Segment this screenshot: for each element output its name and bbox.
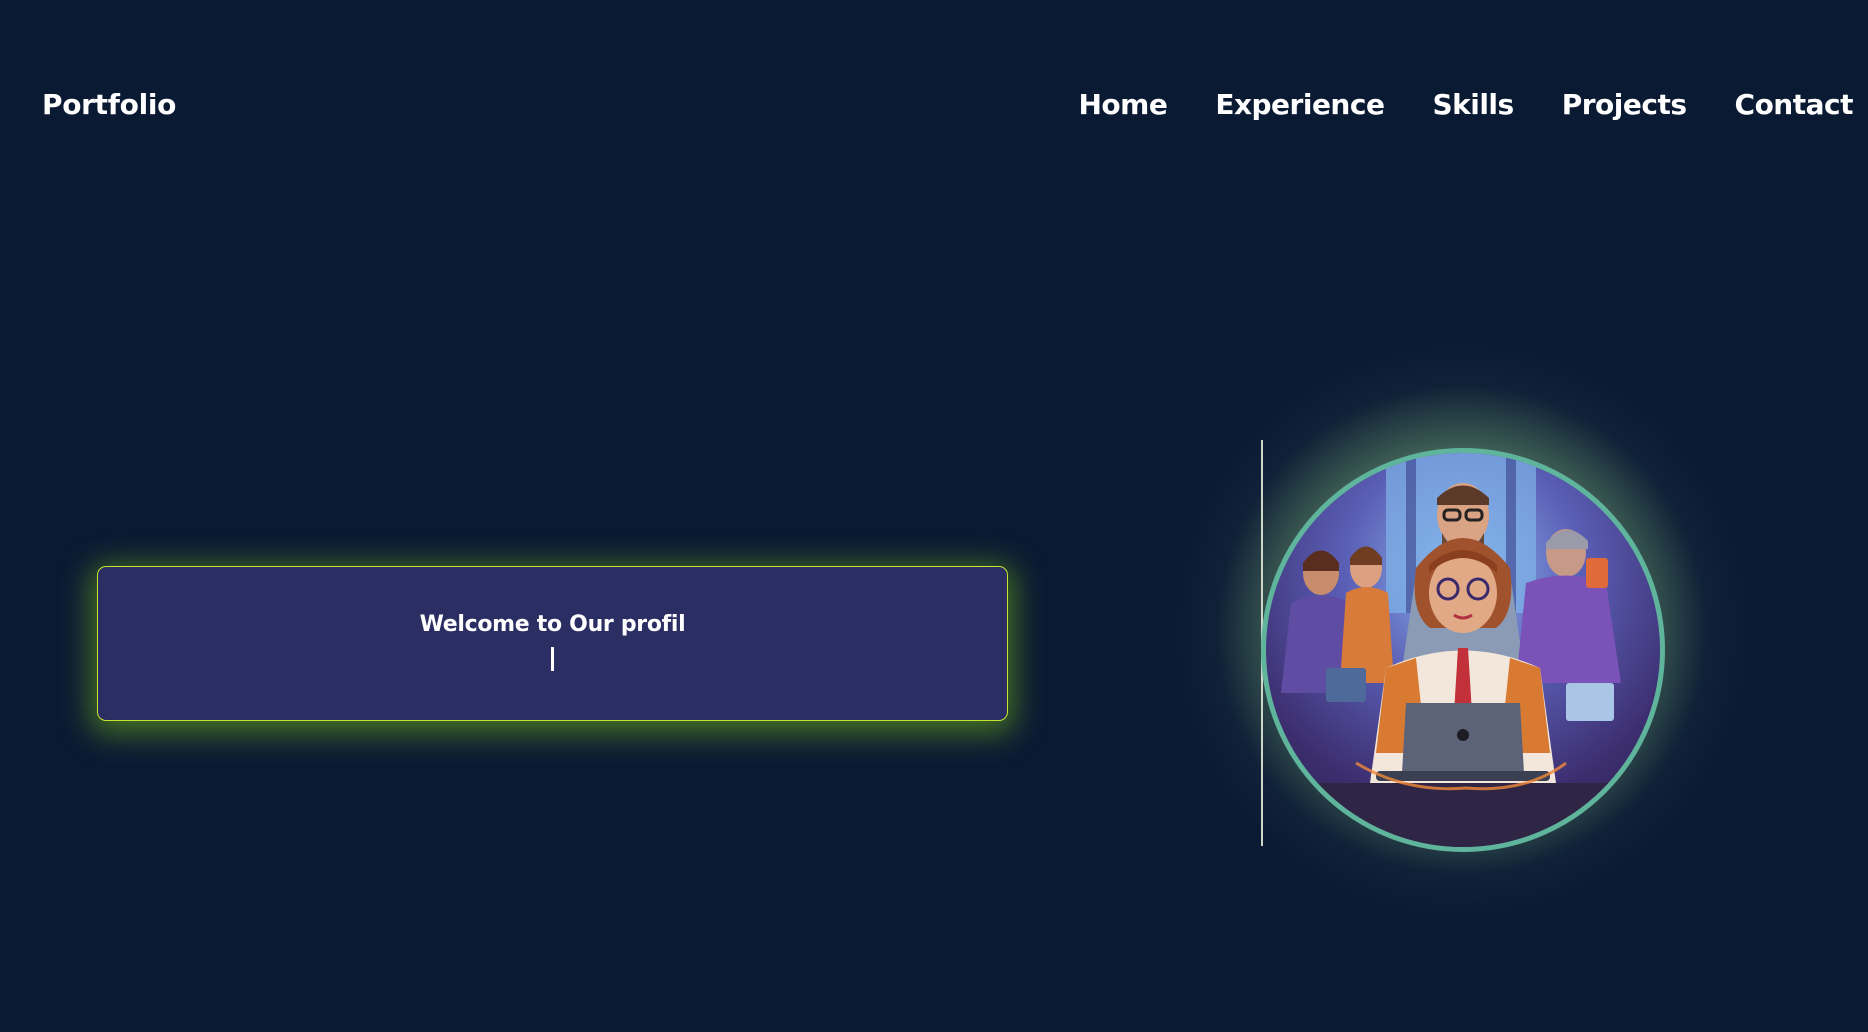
brand-logo[interactable]: Portfolio [42, 88, 176, 121]
profile-illustration [1261, 448, 1665, 852]
team-illustration-image [1266, 453, 1660, 847]
nav-experience[interactable]: Experience [1215, 88, 1385, 121]
nav-home[interactable]: Home [1078, 88, 1167, 121]
welcome-card: Welcome to Our profil [97, 566, 1008, 721]
main-nav: Home Experience Skills Projects Contact [1078, 88, 1853, 121]
welcome-typing-text: Welcome to Our profil [419, 612, 686, 637]
nav-contact[interactable]: Contact [1735, 88, 1854, 121]
nav-projects[interactable]: Projects [1562, 88, 1687, 121]
portfolio-page: Portfolio Home Experience Skills Project… [0, 0, 1868, 1032]
nav-skills[interactable]: Skills [1432, 88, 1514, 121]
typing-cursor [551, 647, 554, 671]
